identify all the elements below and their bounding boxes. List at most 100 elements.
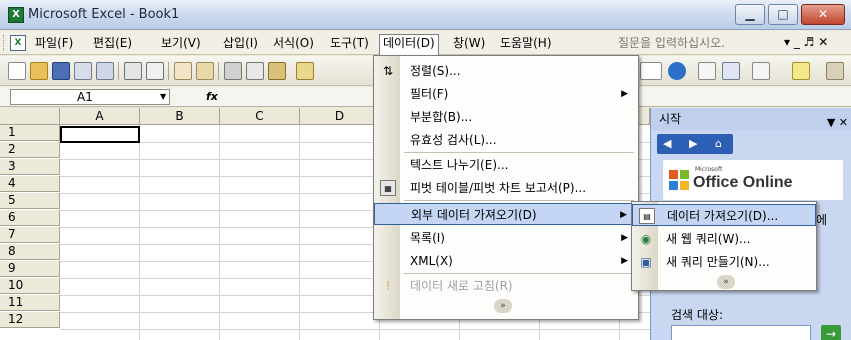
menu-item-label: 텍스트 나누기(E)... — [410, 158, 509, 172]
research-icon[interactable] — [196, 62, 214, 80]
column-header-b[interactable]: B — [140, 108, 220, 125]
permission-icon[interactable] — [74, 62, 92, 80]
menu-format[interactable]: 서식(O) — [270, 35, 317, 52]
zoom-dropdown[interactable] — [640, 62, 662, 80]
external-data-submenu: ▤ 데이터 가져오기(D)... ◉ 새 웹 쿼리(W)... ▣ 새 쿼리 만… — [631, 201, 817, 291]
close-button[interactable]: ✕ — [801, 4, 845, 25]
menu-edit[interactable]: 편집(E) — [90, 35, 135, 52]
toolbar-separator — [168, 62, 169, 80]
menu-item-import-external-data[interactable]: 외부 데이터 가져오기(D) ▶ — [374, 203, 638, 225]
menu-item-label: 새 웹 쿼리(W)... — [666, 232, 751, 246]
menu-item-subtotals[interactable]: 부분합(B)... — [374, 106, 638, 128]
print-icon[interactable] — [124, 62, 142, 80]
new-icon[interactable] — [8, 62, 26, 80]
menu-item-label: 목록(I) — [410, 231, 445, 245]
menu-item-pivot-table[interactable]: ▦ 피벗 테이블/피벗 차트 보고서(P)... — [374, 177, 638, 199]
search-input[interactable] — [671, 325, 811, 340]
menu-item-sort[interactable]: ⇅ 정렬(S)... — [374, 60, 638, 82]
menu-file[interactable]: 파일(F) — [32, 35, 76, 52]
home-icon[interactable]: ⌂ — [715, 137, 722, 150]
save-icon[interactable] — [52, 62, 70, 80]
column-header-c[interactable]: C — [220, 108, 300, 125]
menu-tools[interactable]: 도구(T) — [327, 35, 372, 52]
menu-bar: X 파일(F) 편집(E) 보기(V) 삽입(I) 서식(O) 도구(T) 데이… — [0, 31, 851, 55]
menu-item-new-database-query[interactable]: ▣ 새 쿼리 만들기(N)... — [632, 251, 816, 273]
row-header-1[interactable]: 1 — [0, 125, 60, 141]
forward-icon[interactable]: ▶ — [689, 137, 697, 150]
open-icon[interactable] — [30, 62, 48, 80]
back-icon[interactable]: ◀ — [663, 137, 671, 150]
email-icon[interactable] — [96, 62, 114, 80]
format-painter-icon[interactable] — [296, 62, 314, 80]
menu-item-xml[interactable]: XML(X) ▶ — [374, 250, 638, 272]
menu-data[interactable]: 데이터(D) — [379, 34, 439, 55]
row-header-5[interactable]: 5 — [0, 193, 60, 209]
office-online-logo[interactable]: Microsoft Office Online — [663, 160, 843, 200]
row-header-3[interactable]: 3 — [0, 159, 60, 175]
menu-item-refresh-data[interactable]: ! 데이터 새로 고침(R) — [374, 275, 638, 297]
menu-separator — [404, 273, 634, 274]
search-go-button[interactable]: → — [821, 325, 841, 340]
print-preview-icon[interactable] — [146, 62, 164, 80]
menu-item-list[interactable]: 목록(I) ▶ — [374, 227, 638, 249]
menu-item-filter[interactable]: 필터(F) ▶ — [374, 83, 638, 105]
menu-window[interactable]: 창(W) — [450, 35, 488, 52]
row-header-4[interactable]: 4 — [0, 176, 60, 192]
menu-item-label: 피벗 테이블/피벗 차트 보고서(P)... — [410, 181, 587, 195]
menu-item-label: XML(X) — [410, 254, 453, 268]
paste-icon[interactable] — [268, 62, 286, 80]
font-size-icon[interactable] — [698, 62, 716, 80]
row-header-11[interactable]: 11 — [0, 295, 60, 311]
maximize-button[interactable]: □ — [768, 4, 798, 25]
task-pane-header[interactable]: 시작 ▼ ✕ — [651, 108, 851, 130]
column-header-a[interactable]: A — [60, 108, 140, 125]
menu-item-validation[interactable]: 유효성 검사(L)... — [374, 129, 638, 151]
toolbar-separator — [118, 62, 119, 80]
row-header-2[interactable]: 2 — [0, 142, 60, 158]
spelling-icon[interactable] — [174, 62, 192, 80]
submenu-arrow-icon: ▶ — [621, 89, 628, 99]
submenu-arrow-icon: ▶ — [620, 210, 627, 220]
active-cell-a1[interactable] — [60, 126, 140, 143]
font-color-icon[interactable] — [826, 62, 844, 80]
borders-icon[interactable] — [752, 62, 770, 80]
column-header-d[interactable]: D — [300, 108, 380, 125]
task-pane-close-icon[interactable]: ▼ ✕ — [827, 112, 848, 134]
menu-help[interactable]: 도움말(H) — [497, 35, 555, 52]
function-icon[interactable]: fx — [206, 90, 218, 103]
menu-item-import-data[interactable]: ▤ 데이터 가져오기(D)... — [632, 204, 816, 226]
row-header-10[interactable]: 10 — [0, 278, 60, 294]
expand-submenu-chevron-icon[interactable]: » — [717, 275, 735, 289]
row-header-12[interactable]: 12 — [0, 312, 60, 328]
expand-menu-chevron-icon[interactable]: » — [494, 299, 512, 313]
menu-item-label: 데이터 가져오기(D)... — [667, 209, 779, 223]
web-query-icon: ◉ — [640, 232, 652, 246]
menu-insert[interactable]: 삽입(I) — [220, 35, 261, 52]
minimize-button[interactable]: ▁ — [735, 4, 765, 25]
menubar-grip[interactable] — [3, 35, 6, 51]
gridline — [60, 329, 650, 330]
merge-center-icon[interactable] — [722, 62, 740, 80]
row-header-9[interactable]: 9 — [0, 261, 60, 277]
menu-item-label: 필터(F) — [410, 87, 449, 101]
menu-view[interactable]: 보기(V) — [158, 35, 204, 52]
name-box[interactable]: A1 — [10, 89, 170, 105]
document-icon[interactable]: X — [10, 35, 26, 51]
row-header-8[interactable]: 8 — [0, 244, 60, 260]
doc-window-controls[interactable]: ▾ _ ♬ ✕ — [784, 35, 828, 49]
cut-icon[interactable] — [224, 62, 242, 80]
gridline — [299, 125, 300, 340]
fill-color-icon[interactable] — [792, 62, 810, 80]
task-pane-title: 시작 — [659, 112, 682, 126]
namebox-dropdown-icon[interactable]: ▼ — [160, 92, 166, 101]
help-icon[interactable] — [668, 62, 686, 80]
row-header-7[interactable]: 7 — [0, 227, 60, 243]
menu-separator — [404, 152, 634, 153]
menu-item-label: 부분합(B)... — [410, 110, 473, 124]
select-all-corner[interactable] — [0, 108, 60, 125]
ask-question-input[interactable]: 질문을 입력하십시오. — [618, 34, 763, 52]
copy-icon[interactable] — [246, 62, 264, 80]
menu-item-text-to-columns[interactable]: 텍스트 나누기(E)... — [374, 154, 638, 176]
row-header-6[interactable]: 6 — [0, 210, 60, 226]
menu-item-new-web-query[interactable]: ◉ 새 웹 쿼리(W)... — [632, 228, 816, 250]
